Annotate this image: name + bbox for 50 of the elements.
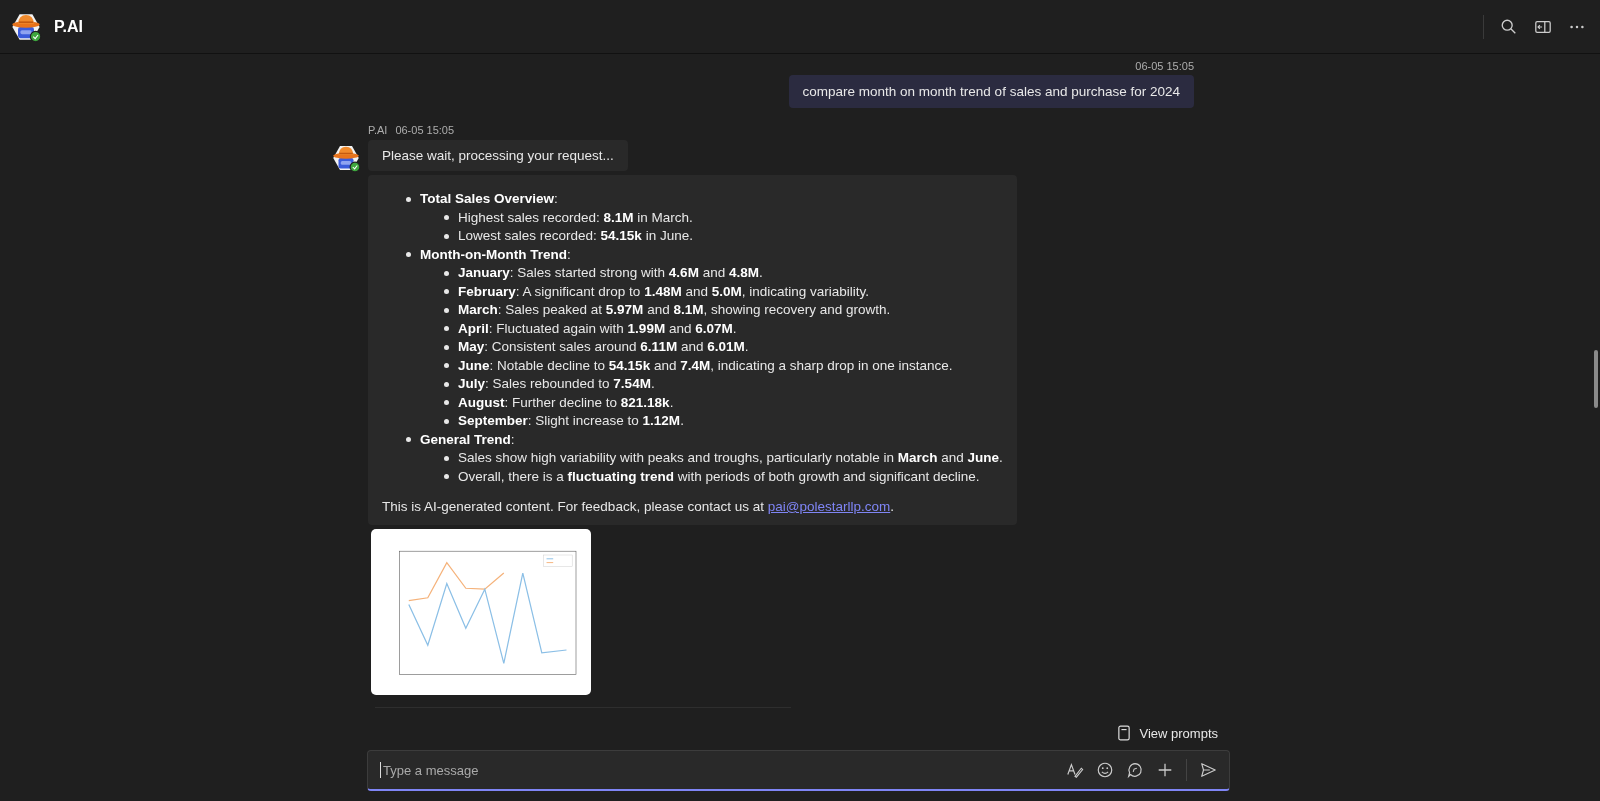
bullet-icon — [406, 196, 411, 202]
list-item-text: February: A significant drop to 1.48M and 5.0M, indicating variability. — [458, 282, 869, 301]
bullet-icon — [444, 289, 449, 295]
list-item-text: Sales show high variability with peaks and troughs, particularly notable in March and June. — [458, 449, 1003, 467]
list-item-text: May: Consistent sales around 6.11M and 6.01M. — [458, 338, 749, 356]
list-item-text: Overall, there is a fluctuating trend with periods of both growth and significant decline. — [458, 467, 980, 486]
bullet-icon — [444, 418, 449, 424]
chat-title: P.AI — [54, 17, 84, 36]
sender-name: P.AI — [368, 124, 388, 136]
list-item-text: Total Sales Overview: — [420, 190, 558, 208]
bullet-icon — [406, 252, 411, 258]
list-item-text: Highest sales recorded: 8.1M in March. — [458, 208, 693, 227]
bullet-icon — [444, 455, 449, 461]
plus-icon[interactable] — [1156, 761, 1174, 779]
bullet-icon — [444, 363, 449, 369]
bullet-icon — [444, 381, 449, 387]
list-item-text: Lowest sales recorded: 54.15k in June. — [458, 227, 693, 245]
emoji-icon[interactable] — [1096, 761, 1114, 779]
message-time: 06-05 15:05 — [395, 124, 455, 136]
user-message: compare month on month trend of sales and purchase for 2024 — [788, 75, 1194, 108]
message-time: 06-05 15:05 — [1135, 60, 1194, 72]
list-item-text: Month-on-Month Trend: — [420, 245, 571, 264]
bullet-icon — [444, 270, 449, 276]
bullet-icon — [406, 437, 411, 443]
bullet-icon — [444, 474, 449, 480]
message-field[interactable]: Type a message — [367, 750, 1230, 791]
list-item-text: June: Notable decline to 54.15k and 7.4M, indicating a sharp drop in one instance. — [458, 356, 953, 375]
view-prompts-button[interactable]: View prompts — [1118, 721, 1218, 745]
format-icon[interactable] — [1066, 761, 1084, 779]
notebook-icon — [1118, 725, 1131, 741]
scrollbar-thumb[interactable] — [1594, 350, 1598, 408]
bullet-icon — [444, 307, 449, 313]
chat-bubble-icon[interactable] — [1126, 761, 1144, 779]
list-item-text: January: Sales started strong with 4.6M and 4.8M. — [458, 264, 763, 282]
list-item-text: General Trend: — [420, 430, 515, 449]
list-item-text: September: Slight increase to 1.12M. — [458, 412, 684, 430]
bullet-icon — [444, 344, 449, 350]
bullet-icon — [444, 326, 449, 332]
message-input[interactable]: Type a message — [381, 761, 1066, 779]
disclaimer-text: This is AI-generated content. For feedback, please contact us at pai@polestarllp.com. — [382, 498, 895, 516]
list-item-text: April: Fluctuated again with 1.99M and 6.07M. — [458, 319, 737, 338]
bullet-icon — [444, 215, 449, 221]
list-item-text: July: Sales rebounded to 7.54M. — [458, 375, 655, 393]
list-item-text: August: Further decline to 821.18k. — [458, 393, 674, 412]
bullet-icon — [444, 233, 449, 239]
bot-message: Please wait, processing your request... — [368, 140, 628, 171]
search-icon[interactable] — [1500, 17, 1518, 36]
bullet-icon — [444, 400, 449, 406]
list-item-text: March: Sales peaked at 5.97M and 8.1M, showing recovery and growth. — [458, 301, 891, 319]
send-icon[interactable] — [1199, 761, 1217, 779]
